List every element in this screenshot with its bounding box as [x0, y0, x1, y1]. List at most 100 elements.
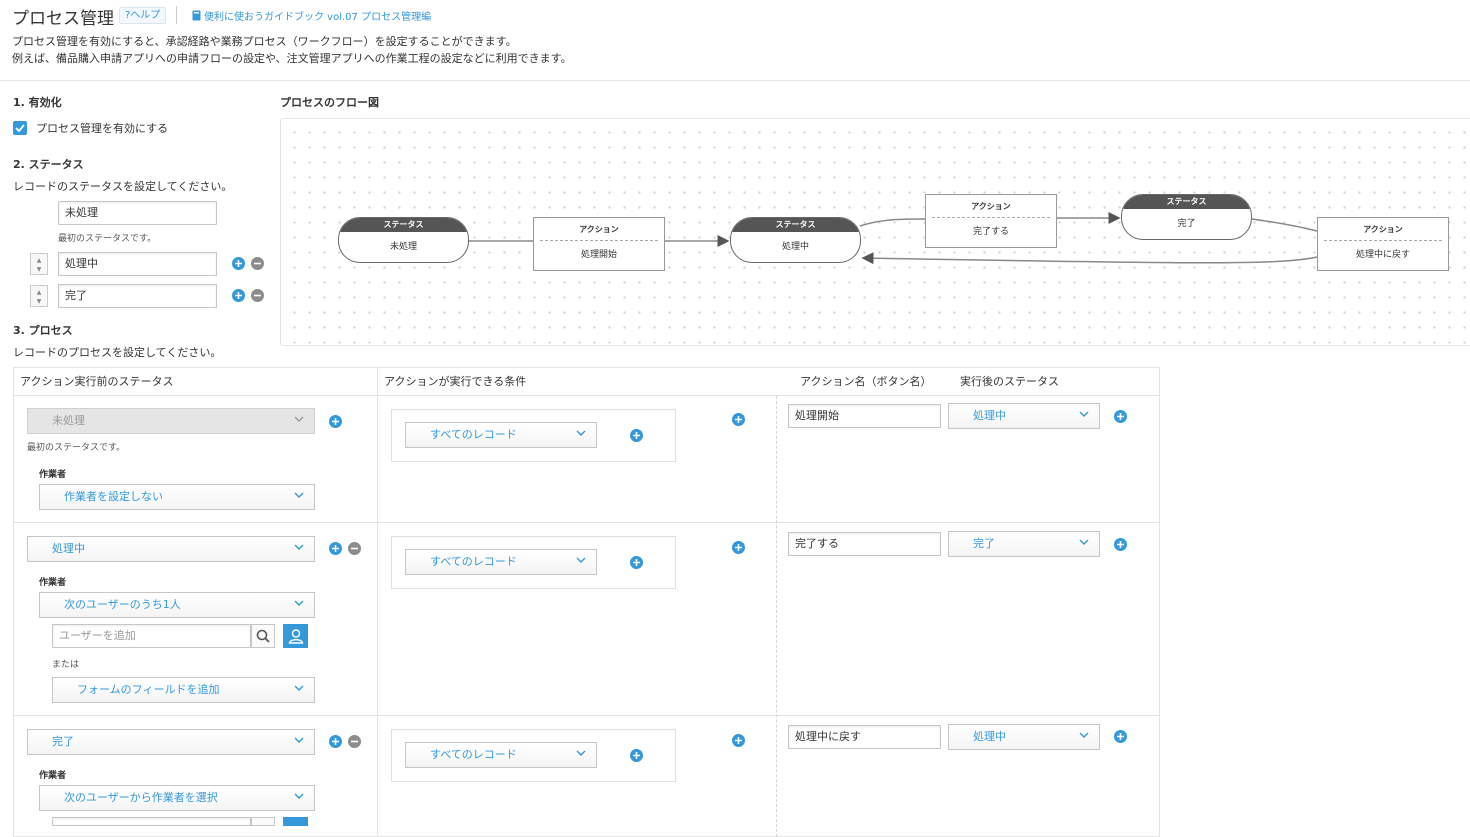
flow-diagram-title: プロセスのフロー図 [280, 96, 379, 109]
plus-icon [235, 292, 242, 299]
plus-icon [633, 752, 640, 759]
chevron-down-icon [1079, 732, 1089, 738]
chevron-down-icon [294, 737, 304, 743]
user-search-input[interactable] [52, 817, 251, 826]
status-input-3[interactable]: 完了 [58, 284, 217, 308]
section-process-heading: 3. プロセス [13, 324, 73, 337]
or-label: または [52, 660, 80, 670]
flow-action-node: アクション 処理中に戻す [1317, 217, 1449, 271]
add-next-button[interactable] [1114, 410, 1127, 423]
guide-link[interactable]: 便利に使おうガイドブック vol.07 プロセス管理編 [192, 8, 431, 23]
remove-process-button[interactable] [348, 735, 361, 748]
next-status-select[interactable]: 完了 [948, 531, 1100, 557]
assignee-select[interactable]: 次のユーザーから作業者を選択 [39, 785, 315, 811]
status-instruction: レコードのステータスを設定してください。 [13, 180, 233, 193]
plus-icon [235, 260, 242, 267]
status-reorder-handle[interactable]: ▲ ▼ [30, 253, 48, 275]
add-condition-button[interactable] [630, 749, 643, 762]
user-search-button[interactable] [251, 817, 275, 826]
remove-process-button[interactable] [348, 542, 361, 555]
guide-link-label: 便利に使おうガイドブック vol.07 プロセス管理編 [204, 12, 432, 23]
divider [176, 6, 177, 24]
assignee-label: 作業者 [39, 771, 67, 781]
assignee-label: 作業者 [39, 470, 67, 480]
help-link[interactable]: ?ヘルプ [119, 7, 167, 24]
add-action-button[interactable] [732, 541, 745, 554]
plus-icon [735, 544, 742, 551]
user-picker-button[interactable] [283, 624, 308, 648]
add-condition-button[interactable] [630, 429, 643, 442]
flow-action-node: アクション 処理開始 [533, 217, 665, 271]
add-process-button[interactable] [329, 542, 342, 555]
remove-status-button[interactable] [251, 289, 264, 302]
enable-process-checkbox[interactable] [13, 121, 27, 135]
chevron-down-icon [294, 685, 304, 691]
check-icon [15, 124, 25, 132]
plus-icon [332, 738, 339, 745]
book-icon [192, 10, 201, 21]
next-status-select[interactable]: 処理中 [948, 403, 1100, 429]
condition-select[interactable]: すべてのレコード [405, 549, 597, 575]
search-icon [256, 629, 270, 643]
condition-select[interactable]: すべてのレコード [405, 742, 597, 768]
assignee-select[interactable]: 作業者を設定しない [39, 484, 315, 510]
col-divider [776, 396, 777, 837]
add-status-button[interactable] [232, 289, 245, 302]
before-status-select: 未処理 [27, 408, 315, 434]
action-name-input[interactable]: 完了する [788, 532, 941, 556]
before-status-select[interactable]: 完了 [27, 729, 315, 755]
next-status-select[interactable]: 処理中 [948, 724, 1100, 750]
plus-icon [735, 416, 742, 423]
section-status-heading: 2. ステータス [13, 158, 84, 171]
remove-status-button[interactable] [251, 257, 264, 270]
before-status-select[interactable]: 処理中 [27, 536, 315, 562]
plus-icon [1117, 413, 1124, 420]
add-status-button[interactable] [232, 257, 245, 270]
plus-icon [735, 737, 742, 744]
header-divider [0, 80, 1470, 81]
status-input-2[interactable]: 処理中 [58, 252, 217, 276]
plus-icon [633, 559, 640, 566]
minus-icon [254, 294, 261, 297]
add-process-button[interactable] [329, 415, 342, 428]
add-action-button[interactable] [732, 413, 745, 426]
action-name-input[interactable]: 処理中に戻す [788, 725, 941, 749]
first-status-note: 最初のステータスです。 [58, 234, 157, 244]
status-reorder-handle[interactable]: ▲ ▼ [30, 285, 48, 307]
user-search-input[interactable]: ユーザーを追加 [52, 624, 251, 648]
user-search-button[interactable] [251, 624, 275, 648]
description-line-2: 例えば、備品購入申請アプリへの申請フローの設定や、注文管理アプリへの作業工程の設… [12, 52, 572, 65]
chevron-down-icon [1079, 411, 1089, 417]
add-process-button[interactable] [329, 735, 342, 748]
row-divider [13, 715, 1160, 716]
first-status-note: 最初のステータスです。 [27, 443, 126, 453]
add-next-button[interactable] [1114, 538, 1127, 551]
action-name-input[interactable]: 処理開始 [788, 404, 941, 428]
condition-select[interactable]: すべてのレコード [405, 422, 597, 448]
col-divider [377, 367, 378, 837]
plus-icon [1117, 733, 1124, 740]
section-enable-heading: 1. 有効化 [13, 96, 62, 109]
chevron-down-icon [576, 750, 586, 756]
chevron-down-icon [1079, 539, 1089, 545]
assignee-select[interactable]: 次のユーザーのうち1人 [39, 592, 315, 618]
field-select[interactable]: フォームのフィールドを追加 [52, 677, 315, 703]
add-action-button[interactable] [732, 734, 745, 747]
flow-diagram: ステータス 未処理 アクション 処理開始 ステータス 処理中 アクション 完了す… [280, 118, 1470, 346]
enable-process-label: プロセス管理を有効にする [36, 122, 169, 135]
status-input-first[interactable]: 未処理 [58, 201, 217, 225]
chevron-down-icon [294, 416, 304, 422]
col-header-action: アクション名（ボタン名） [800, 375, 932, 388]
flow-status-node: ステータス 完了 [1121, 194, 1252, 240]
minus-icon [351, 547, 358, 550]
plus-icon [1117, 541, 1124, 548]
flow-action-node: アクション 完了する [925, 194, 1057, 248]
page-title: プロセス管理 [12, 9, 114, 29]
add-condition-button[interactable] [630, 556, 643, 569]
add-next-button[interactable] [1114, 730, 1127, 743]
plus-icon [633, 432, 640, 439]
chevron-down-icon [576, 430, 586, 436]
row-divider [13, 395, 1160, 396]
chevron-down-icon [294, 793, 304, 799]
user-picker-button[interactable] [283, 817, 308, 826]
